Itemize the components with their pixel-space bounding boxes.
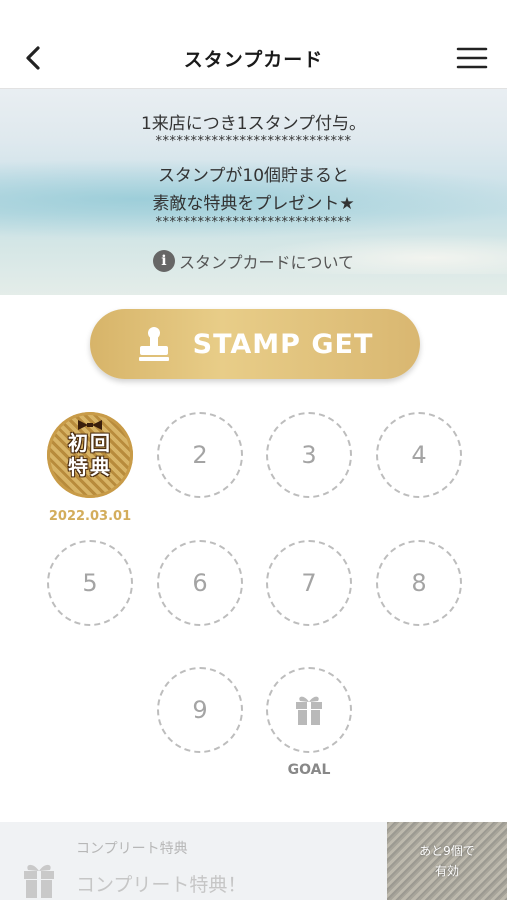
stamp-slot-6: 6 bbox=[157, 540, 243, 626]
page-title: スタンプカード bbox=[183, 48, 324, 71]
stamp-slot-5: 5 bbox=[47, 540, 133, 626]
complete-reward-small-label: コンプリート特典 bbox=[76, 841, 188, 857]
about-stamp-card-label: スタンプカードについて bbox=[178, 253, 355, 272]
stamp-get-label: STAMP GET bbox=[192, 328, 374, 360]
banner-line-1: 1来店につき1スタンプ付与。 bbox=[140, 114, 367, 134]
complete-gift-icon bbox=[24, 864, 54, 898]
complete-reward-title: コンプリート特典！ bbox=[76, 874, 247, 896]
stamp-slot-9: 9 bbox=[157, 667, 243, 753]
stamp-slot-3: 3 bbox=[266, 412, 352, 498]
stamp-text-line-2: 特典 bbox=[68, 455, 112, 479]
goal-label: GOAL bbox=[287, 762, 331, 778]
banner-stars-1: **************************** bbox=[155, 134, 352, 149]
banner-stars-2: **************************** bbox=[155, 215, 352, 230]
chevron-left-icon bbox=[26, 46, 40, 70]
navigation-bar: スタンプカード bbox=[0, 28, 507, 89]
status-bar bbox=[0, 0, 507, 28]
complete-reward-status: あと9個で 有効 bbox=[387, 822, 507, 900]
banner-line-3: 素敵な特典をプレゼント★ bbox=[152, 194, 355, 214]
info-icon: i bbox=[152, 250, 175, 272]
stamp-slot-8: 8 bbox=[376, 540, 462, 626]
stamp-slot-7: 7 bbox=[266, 540, 352, 626]
stamp-slot-1-stamped: 初回 特典 bbox=[47, 412, 133, 498]
banner-line-2: スタンプが10個貯まると bbox=[157, 166, 350, 186]
stamp-icon bbox=[138, 327, 169, 361]
about-stamp-card-link[interactable]: i スタンプカードについて bbox=[0, 249, 507, 273]
stamp-slot-2: 2 bbox=[157, 412, 243, 498]
info-banner: 1来店につき1スタンプ付与。 *************************… bbox=[0, 89, 507, 295]
remaining-count-text: あと9個で bbox=[419, 844, 475, 858]
stamp-text-line-1: 初回 bbox=[68, 431, 112, 455]
back-button[interactable] bbox=[18, 42, 48, 74]
menu-button[interactable] bbox=[455, 42, 489, 74]
stamp-date: 2022.03.01 bbox=[48, 509, 132, 524]
stamp-slot-goal bbox=[266, 667, 352, 753]
stamp-slot-4: 4 bbox=[376, 412, 462, 498]
gift-icon bbox=[296, 696, 322, 725]
remaining-valid-text: 有効 bbox=[434, 864, 459, 878]
stamp-get-button[interactable]: STAMP GET bbox=[90, 309, 420, 379]
stamp-text-block: 初回 特典 bbox=[47, 412, 133, 498]
hamburger-menu-icon bbox=[456, 47, 488, 69]
